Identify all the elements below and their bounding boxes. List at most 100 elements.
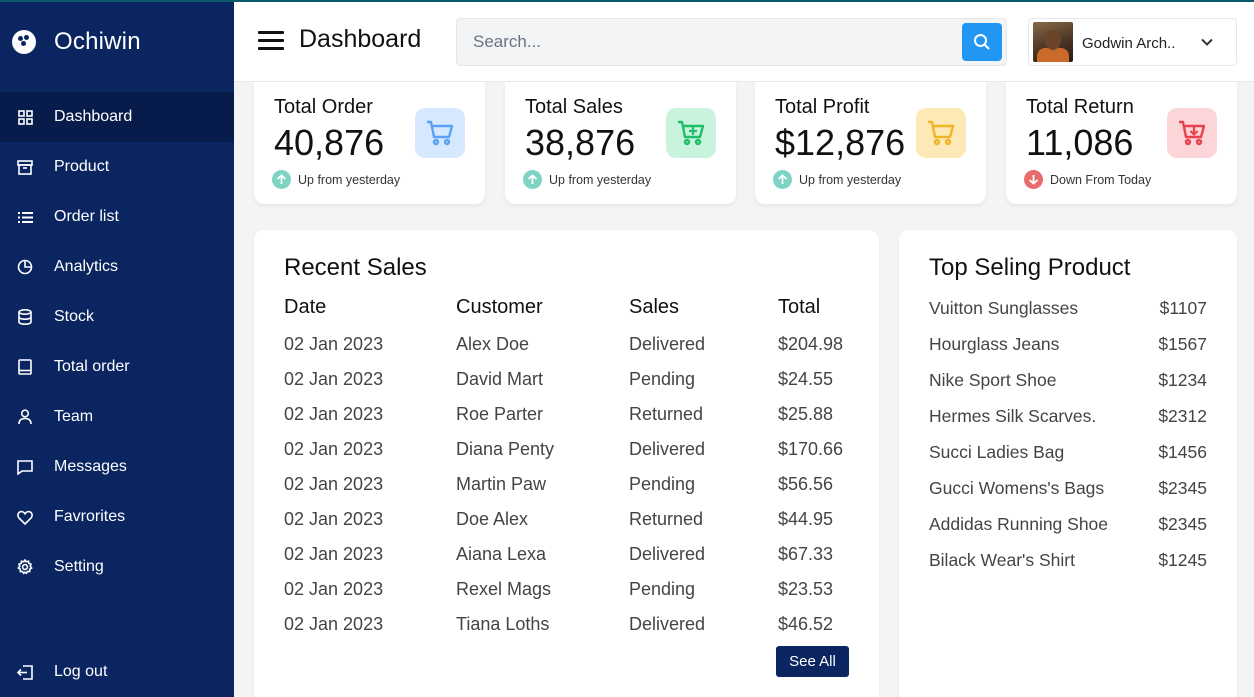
top-header: Dashboard Godwin Arch.. — [234, 2, 1254, 82]
list-item: Vuitton Sunglasses $1107 — [929, 298, 1209, 334]
pie-chart-icon — [16, 258, 34, 276]
search-input[interactable] — [457, 19, 957, 65]
brand[interactable]: Ochiwin — [12, 28, 141, 56]
cell-total: $56.56 — [778, 474, 834, 494]
user-icon — [16, 408, 34, 426]
sidebar-item-messages[interactable]: Messages — [0, 442, 234, 492]
cell-date: 02 Jan 2023 — [284, 334, 384, 354]
logout-button[interactable]: Log out — [0, 647, 234, 697]
see-all-button[interactable]: See All — [776, 646, 849, 677]
product-name: Vuitton Sunglasses — [929, 298, 1079, 318]
product-price: $1107 — [1159, 298, 1207, 318]
stat-card-total-order: Total Order 40,876 Up from yesterday — [254, 82, 485, 204]
cart-icon — [916, 108, 966, 158]
list-item: Succi Ladies Bag $1456 — [929, 442, 1209, 478]
table-row: 02 Jan 2023 Aiana Lexa Delivered $67.33 — [254, 544, 879, 579]
trend-text: Down From Today — [1050, 172, 1152, 187]
stat-value: 38,876 — [525, 122, 636, 163]
stat-value: 11,086 — [1026, 122, 1134, 163]
message-icon — [16, 458, 34, 476]
sidebar-item-team[interactable]: Team — [0, 392, 234, 442]
sidebar-item-stock[interactable]: Stock — [0, 292, 234, 342]
cell-sales-status: Returned — [629, 509, 704, 529]
top-accent-line — [0, 0, 1254, 2]
cell-sales-status: Delivered — [629, 544, 706, 564]
logout-label: Log out — [54, 663, 108, 680]
sidebar-item-label: Messages — [54, 458, 127, 475]
sidebar-item-analytics[interactable]: Analytics — [0, 242, 234, 292]
cell-customer: David Mart — [456, 369, 544, 389]
cell-sales-status: Pending — [629, 579, 696, 599]
cell-date: 02 Jan 2023 — [284, 614, 384, 634]
heart-icon — [16, 508, 34, 526]
product-price: $2345 — [1158, 514, 1207, 534]
search-button[interactable] — [962, 23, 1002, 61]
stat-trend: Up from yesterday — [773, 170, 901, 189]
cell-customer: Roe Parter — [456, 404, 544, 424]
sidebar-item-label: Total order — [54, 358, 130, 375]
cell-total: $25.88 — [778, 404, 834, 424]
sidebar-item-dashboard[interactable]: Dashboard — [0, 92, 234, 142]
sidebar-item-total-order[interactable]: Total order — [0, 342, 234, 392]
top-selling-panel: Top Seling Product Vuitton Sunglasses $1… — [899, 230, 1237, 697]
stat-trend: Down From Today — [1024, 170, 1151, 189]
list-icon — [16, 208, 34, 226]
product-price: $1456 — [1158, 442, 1207, 462]
product-price: $1245 — [1158, 550, 1207, 570]
cell-total: $23.53 — [778, 579, 834, 599]
trend-text: Up from yesterday — [549, 172, 652, 187]
arrow-down-icon — [1024, 170, 1043, 189]
product-price: $2345 — [1158, 478, 1207, 498]
cell-customer: Rexel Mags — [456, 579, 552, 599]
cart-down-icon — [1167, 108, 1217, 158]
sidebar-item-order-list[interactable]: Order list — [0, 192, 234, 242]
list-item: Nike Sport Shoe $1234 — [929, 370, 1209, 406]
cell-customer: Doe Alex — [456, 509, 529, 529]
stat-value: $12,876 — [775, 122, 906, 163]
profile-menu[interactable]: Godwin Arch.. — [1028, 18, 1237, 66]
product-name: Succi Ladies Bag — [929, 442, 1065, 462]
cell-customer: Alex Doe — [456, 334, 530, 354]
cell-sales-status: Delivered — [629, 334, 706, 354]
stat-card-total-sales: Total Sales 38,876 Up from yesterday — [505, 82, 736, 204]
table-row: 02 Jan 2023 Martin Paw Pending $56.56 — [254, 474, 879, 509]
table-row: 02 Jan 2023 David Mart Pending $24.55 — [254, 369, 879, 404]
cell-sales-status: Delivered — [629, 614, 706, 634]
archive-icon — [16, 158, 34, 176]
grid-icon — [16, 108, 34, 126]
sidebar-item-setting[interactable]: Setting — [0, 542, 234, 592]
column-header-customer: Customer — [456, 296, 543, 318]
arrow-up-icon — [773, 170, 792, 189]
sidebar-item-product[interactable]: Product — [0, 142, 234, 192]
product-price: $2312 — [1158, 406, 1207, 426]
stat-title: Total Profit — [775, 96, 870, 118]
sidebar-nav: Dashboard Product Order list Analytics S… — [0, 92, 234, 592]
table-row: 02 Jan 2023 Roe Parter Returned $25.88 — [254, 404, 879, 439]
cell-total: $204.98 — [778, 334, 844, 354]
sidebar-item-label: Setting — [54, 558, 104, 575]
table-row: 02 Jan 2023 Rexel Mags Pending $23.53 — [254, 579, 879, 614]
sidebar-item-label: Analytics — [54, 258, 119, 275]
stat-card-total-return: Total Return 11,086 Down From Today — [1006, 82, 1237, 204]
stat-title: Total Return — [1026, 96, 1134, 118]
sidebar-item-label: Favrorites — [54, 508, 126, 525]
stat-trend: Up from yesterday — [523, 170, 651, 189]
stat-value: 40,876 — [274, 122, 385, 163]
product-price: $1567 — [1158, 334, 1207, 354]
tablet-icon — [16, 358, 34, 376]
list-item: Bilack Wear's Shirt $1245 — [929, 550, 1209, 586]
sidebar-item-favorites[interactable]: Favrorites — [0, 492, 234, 542]
cell-sales-status: Returned — [629, 404, 704, 424]
stat-title: Total Sales — [525, 96, 623, 118]
product-name: Bilack Wear's Shirt — [929, 550, 1075, 570]
cell-sales-status: Pending — [629, 474, 696, 494]
cell-total: $170.66 — [778, 439, 844, 459]
product-name: Gucci Womens's Bags — [929, 478, 1105, 498]
arrow-up-icon — [272, 170, 291, 189]
menu-toggle-icon[interactable] — [258, 31, 284, 51]
cell-customer: Martin Paw — [456, 474, 547, 494]
arrow-up-icon — [523, 170, 542, 189]
recent-sales-panel: Recent Sales Date Customer Sales Total 0… — [254, 230, 879, 697]
sidebar-item-label: Product — [54, 158, 110, 175]
brand-logo-icon — [12, 30, 36, 54]
